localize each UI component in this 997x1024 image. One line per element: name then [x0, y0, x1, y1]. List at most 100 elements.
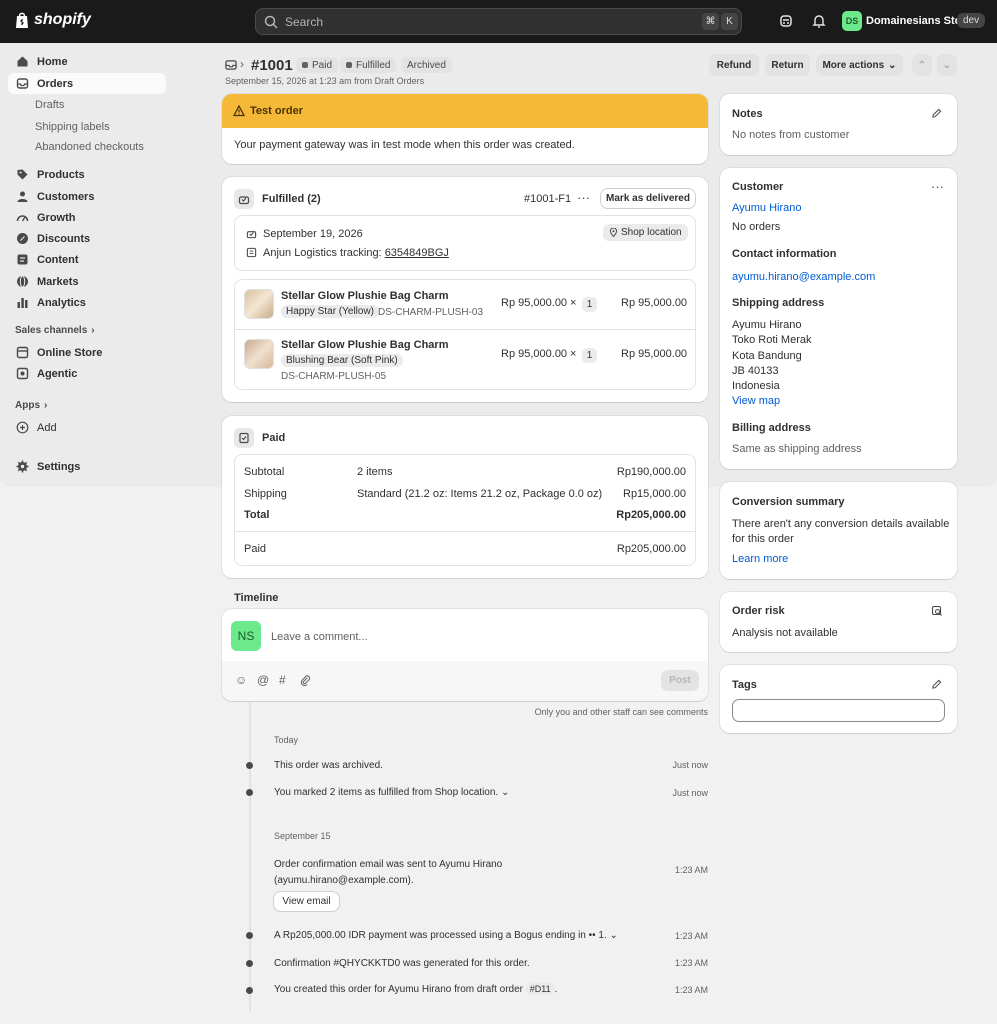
- times-sign: ×: [570, 297, 577, 309]
- apps-heading[interactable]: Apps ›: [15, 400, 47, 411]
- unit-price: Rp 95,000.00: [501, 348, 568, 360]
- timeline-event-text: This order was archived.: [274, 760, 383, 771]
- sidebar-item-label: Content: [37, 253, 79, 266]
- sidebar-item-discounts[interactable]: Discounts: [8, 228, 166, 249]
- timeline-event-item[interactable]: A Rp205,000.00 IDR payment was processed…: [274, 930, 618, 941]
- sidebar-item-markets[interactable]: Markets: [8, 271, 166, 292]
- previous-order-button[interactable]: ⌃: [912, 54, 932, 76]
- pencil-icon[interactable]: [931, 108, 942, 119]
- product-name[interactable]: Stellar Glow Plushie Bag Charm: [281, 290, 449, 302]
- customer-name-link[interactable]: Ayumu Hirano: [732, 202, 802, 214]
- line-total: Rp 95,000.00: [621, 348, 688, 360]
- agentic-icon: [16, 367, 29, 380]
- badge-label: Archived: [407, 59, 446, 71]
- status-badge-fulfilled: Fulfilled: [340, 57, 397, 73]
- sidebar-subitem-shipping-labels[interactable]: Shipping labels: [35, 121, 110, 133]
- address-line: Indonesia: [732, 380, 780, 393]
- sidebar-item-agentic[interactable]: Agentic: [8, 363, 166, 384]
- sidebar-item-growth[interactable]: Growth: [8, 207, 166, 228]
- sidebar-item-add[interactable]: Add: [8, 417, 166, 438]
- bar-chart-icon: [17, 298, 28, 308]
- customer-email-link[interactable]: ayumu.hirano@example.com: [732, 271, 875, 283]
- conversion-card: Conversion summary There aren't any conv…: [720, 482, 957, 579]
- timeline-event-time: Just now: [672, 760, 708, 770]
- search-bar[interactable]: Search ⌘ K: [255, 8, 742, 35]
- return-button[interactable]: Return: [765, 54, 810, 76]
- tracking-box: September 19, 2026 Shop location Anjun L…: [234, 215, 696, 271]
- more-options-icon[interactable]: ···: [577, 190, 590, 205]
- draft-order-tag[interactable]: #D11: [525, 983, 555, 995]
- pencil-icon[interactable]: [931, 679, 942, 690]
- next-order-button[interactable]: ⌄: [937, 54, 957, 76]
- sidebar-item-online-store[interactable]: Online Store: [8, 342, 166, 363]
- content-icon: [17, 254, 28, 265]
- subtotal-description: 2 items: [357, 466, 393, 478]
- sidebar-item-settings[interactable]: Settings: [8, 456, 166, 477]
- learn-more-link[interactable]: Learn more: [732, 553, 788, 565]
- notes-title: Notes: [732, 108, 763, 120]
- timeline-event-time: 1:23 AM: [674, 931, 708, 941]
- fulfillment-card: Fulfilled (2) #1001-F1 ··· Mark as deliv…: [222, 177, 708, 402]
- tracking-number-link[interactable]: 6354849BGJ: [385, 247, 449, 259]
- inbox-icon[interactable]: [225, 59, 237, 71]
- view-map-link[interactable]: View map: [732, 395, 780, 407]
- sales-channels-heading[interactable]: Sales channels ›: [15, 325, 95, 336]
- fulfillment-id: #1001-F1: [524, 193, 572, 205]
- conversion-text-line: for this order: [732, 533, 794, 545]
- more-options-icon[interactable]: ···: [931, 179, 944, 194]
- refund-button[interactable]: Refund: [709, 54, 759, 76]
- status-dot-icon: [302, 62, 308, 68]
- comment-input[interactable]: Leave a comment...: [271, 631, 368, 643]
- sidebar-subitem-abandoned-checkouts[interactable]: Abandoned checkouts: [35, 141, 144, 153]
- hashtag-icon[interactable]: #: [279, 673, 286, 687]
- sidekick-icon[interactable]: [778, 13, 794, 29]
- product-name[interactable]: Stellar Glow Plushie Bag Charm: [281, 339, 449, 351]
- inbox-icon: [16, 78, 29, 89]
- shopify-logo[interactable]: shopify: [14, 11, 91, 29]
- order-risk-text: Analysis not available: [732, 627, 838, 639]
- sidebar-subitem-drafts[interactable]: Drafts: [35, 99, 64, 111]
- timeline-event-item[interactable]: You marked 2 items as fulfilled from Sho…: [274, 787, 509, 798]
- risk-analysis-icon[interactable]: [931, 605, 943, 617]
- sidebar-item-home[interactable]: Home: [8, 51, 166, 72]
- chevron-down-icon: ⌄: [500, 787, 510, 798]
- timeline-dot: [246, 789, 253, 796]
- conversion-text-line: There aren't any conversion details avai…: [732, 518, 950, 530]
- mark-delivered-button[interactable]: Mark as delivered: [601, 189, 695, 208]
- sidebar-item-products[interactable]: Products: [8, 164, 166, 185]
- payment-summary-box: Subtotal 2 items Rp190,000.00 Shipping S…: [234, 454, 696, 566]
- total-value: Rp205,000.00: [616, 509, 686, 521]
- store-avatar[interactable]: DS: [842, 11, 862, 31]
- more-actions-button[interactable]: More actions ⌄: [816, 54, 903, 76]
- store-name[interactable]: Domainesians Store: [866, 15, 972, 27]
- sidebar-item-analytics[interactable]: Analytics: [8, 292, 166, 313]
- tags-input[interactable]: [732, 699, 945, 722]
- timeline-dot: [246, 932, 253, 939]
- address-line: JB 40133: [732, 364, 779, 377]
- kbd-k: K: [721, 13, 738, 30]
- address-line: Kota Bandung: [732, 349, 802, 362]
- total-label: Total: [244, 509, 270, 521]
- sidebar-item-orders[interactable]: Orders: [8, 73, 166, 94]
- sidebar-item-customers[interactable]: Customers: [8, 186, 166, 207]
- shopify-bag-icon: [16, 12, 28, 28]
- bell-icon[interactable]: [811, 13, 827, 29]
- sidebar: Home Orders Drafts Shipping labels Aband…: [0, 43, 183, 487]
- timeline-event-time: 1:23 AM: [674, 985, 708, 995]
- comment-toolbar: [222, 661, 708, 701]
- post-button[interactable]: Post: [661, 670, 699, 691]
- product-thumbnail[interactable]: [244, 289, 274, 319]
- sidebar-item-content[interactable]: Content: [8, 249, 166, 270]
- product-thumbnail[interactable]: [244, 339, 274, 369]
- tags-title: Tags: [732, 679, 757, 691]
- billing-address-text: Same as shipping address: [732, 443, 862, 455]
- attachment-icon[interactable]: [300, 675, 311, 686]
- sidebar-item-label: Orders: [37, 77, 74, 90]
- mention-icon[interactable]: @: [257, 673, 269, 687]
- sidebar-item-label: Settings: [37, 460, 81, 473]
- chevron-up-icon: ⌃: [917, 59, 927, 71]
- emoji-icon[interactable]: ☺: [235, 673, 247, 687]
- view-email-button[interactable]: View email: [274, 892, 339, 911]
- product-sku: DS-CHARM-PLUSH-03: [378, 307, 484, 318]
- test-order-banner: Test order Your payment gateway was in t…: [222, 94, 708, 164]
